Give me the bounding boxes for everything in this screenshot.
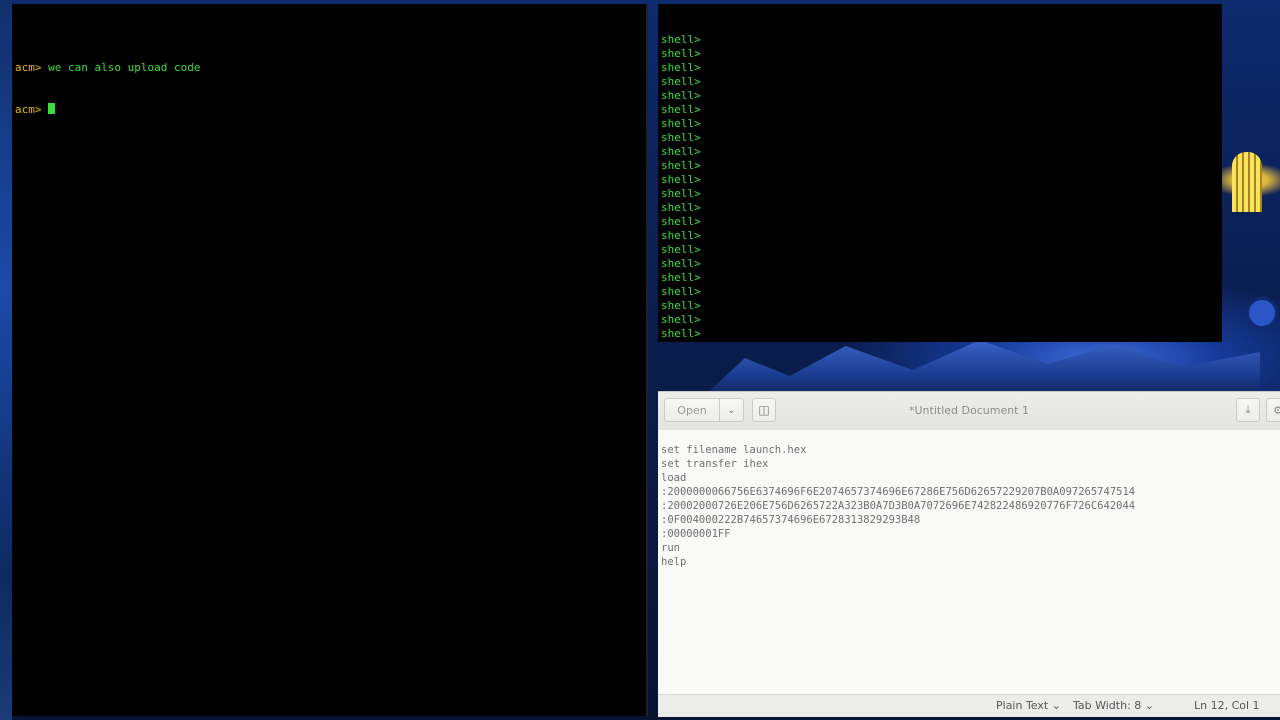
shell-prompt: shell>	[661, 187, 701, 200]
shell-line: shell>	[661, 117, 1219, 131]
wallpaper-lit-window	[1232, 152, 1262, 212]
shell-line: shell>	[661, 257, 1219, 271]
shell-line: shell>	[661, 173, 1219, 187]
editor-line: set filename launch.hex	[661, 444, 807, 456]
shell-prompt: shell>	[661, 61, 701, 74]
editor-line: set transfer ihex	[661, 458, 769, 470]
shell-prompt: shell>	[661, 33, 701, 46]
shell-prompt: shell>	[661, 131, 701, 144]
shell-prompt: shell>	[661, 341, 701, 342]
shell-prompt: shell>	[661, 243, 701, 256]
acm-prompt: acm>	[15, 103, 42, 116]
editor-line: help	[661, 556, 687, 568]
shell-prompt: shell>	[661, 299, 701, 312]
shell-line: shell>	[661, 271, 1219, 285]
cursor-position: Ln 12, Col 1	[1194, 699, 1260, 712]
menu-button[interactable]: ⚙	[1266, 398, 1280, 422]
editor-line: :20002000726E206E756D6265722A323B0A7D3B0…	[661, 500, 1136, 512]
shell-prompt: shell>	[661, 201, 701, 214]
editor-line: run	[661, 542, 680, 554]
wallpaper-edge	[0, 0, 12, 720]
shell-line: shell>	[661, 229, 1219, 243]
shell-prompt: shell>	[661, 145, 701, 158]
shell-line: shell>	[661, 103, 1219, 117]
language-selector[interactable]: Plain Text ⌄	[996, 699, 1061, 712]
acm-terminal-window[interactable]: acm> we can also upload code acm>	[12, 4, 648, 716]
acm-prompt: acm>	[15, 61, 42, 74]
shell-line: shell>	[661, 243, 1219, 257]
shell-prompt: shell>	[661, 47, 701, 60]
shell-line: shell>	[661, 285, 1219, 299]
tab-width-selector[interactable]: Tab Width: 8 ⌄	[1073, 699, 1154, 712]
shell-prompt: shell>	[661, 173, 701, 186]
shell-line: shell>	[661, 61, 1219, 75]
shell-line: shell>	[661, 47, 1219, 61]
shell-line: shell>	[661, 75, 1219, 89]
shell-prompt: shell>	[661, 285, 701, 298]
editor-statusbar: Plain Text ⌄ Tab Width: 8 ⌄ Ln 12, Col 1	[658, 694, 1280, 717]
editor-line: :0F004000222B74657374696E6728313829293B4…	[661, 514, 921, 526]
shell-line: shell>	[661, 215, 1219, 229]
shell-line: shell>	[661, 33, 1219, 47]
terminal-command-text: we can also upload code	[41, 61, 201, 74]
shell-prompt: shell>	[661, 75, 701, 88]
shell-prompt: shell>	[661, 89, 701, 102]
shell-terminal-output: shell> shell> shell> shell> shell> shell> shel…	[658, 32, 1222, 342]
save-icon: ⤓	[1245, 403, 1251, 416]
save-button[interactable]: ⤓	[1236, 398, 1260, 422]
shell-line: shell>	[661, 341, 1219, 342]
shell-line: shell>	[661, 327, 1219, 341]
editor-headerbar: Open ⌄ ◫ *Untitled Document 1 ⤓ ⚙	[658, 392, 1280, 431]
shell-line: shell>	[661, 187, 1219, 201]
shell-line: shell>	[661, 299, 1219, 313]
shell-prompt: shell>	[661, 215, 701, 228]
shell-prompt: shell>	[661, 103, 701, 116]
shell-line: shell>	[661, 131, 1219, 145]
shell-prompt: shell>	[661, 271, 701, 284]
shell-line: shell>	[661, 201, 1219, 215]
terminal-cursor[interactable]	[48, 103, 56, 114]
chevron-down-icon: ⌄	[1051, 699, 1061, 712]
wallpaper-porthole	[1246, 297, 1278, 329]
shell-line: shell>	[661, 313, 1219, 327]
language-label: Plain Text	[996, 699, 1049, 712]
terminal-command-text	[42, 103, 49, 116]
shell-prompt: shell>	[661, 117, 701, 130]
editor-line: :2000000066756E6374696F6E2074657374696E6…	[661, 486, 1136, 498]
editor-text-area[interactable]: set filename launch.hex set transfer ihex…	[658, 430, 1280, 695]
shell-prompt: shell>	[661, 257, 701, 270]
editor-line: :00000001FF	[661, 528, 731, 540]
text-editor-window: Open ⌄ ◫ *Untitled Document 1 ⤓ ⚙ set fi…	[658, 391, 1280, 717]
tab-width-label: Tab Width: 8	[1073, 699, 1142, 712]
chevron-down-icon: ⌄	[1144, 699, 1154, 712]
shell-terminal-window[interactable]: shell> shell> shell> shell> shell> shell> shel…	[658, 4, 1222, 342]
shell-line: shell>	[661, 89, 1219, 103]
editor-line: load	[661, 472, 687, 484]
shell-line: shell>	[661, 145, 1219, 159]
terminal-line: acm> we can also upload code	[15, 61, 643, 75]
gear-icon: ⚙	[1273, 403, 1280, 417]
shell-line: shell>	[661, 159, 1219, 173]
shell-prompt: shell>	[661, 229, 701, 242]
shell-prompt: shell>	[661, 327, 701, 340]
shell-prompt: shell>	[661, 159, 701, 172]
document-title: *Untitled Document 1	[909, 404, 1029, 417]
terminal-line: acm>	[15, 103, 643, 117]
shell-prompt: shell>	[661, 313, 701, 326]
